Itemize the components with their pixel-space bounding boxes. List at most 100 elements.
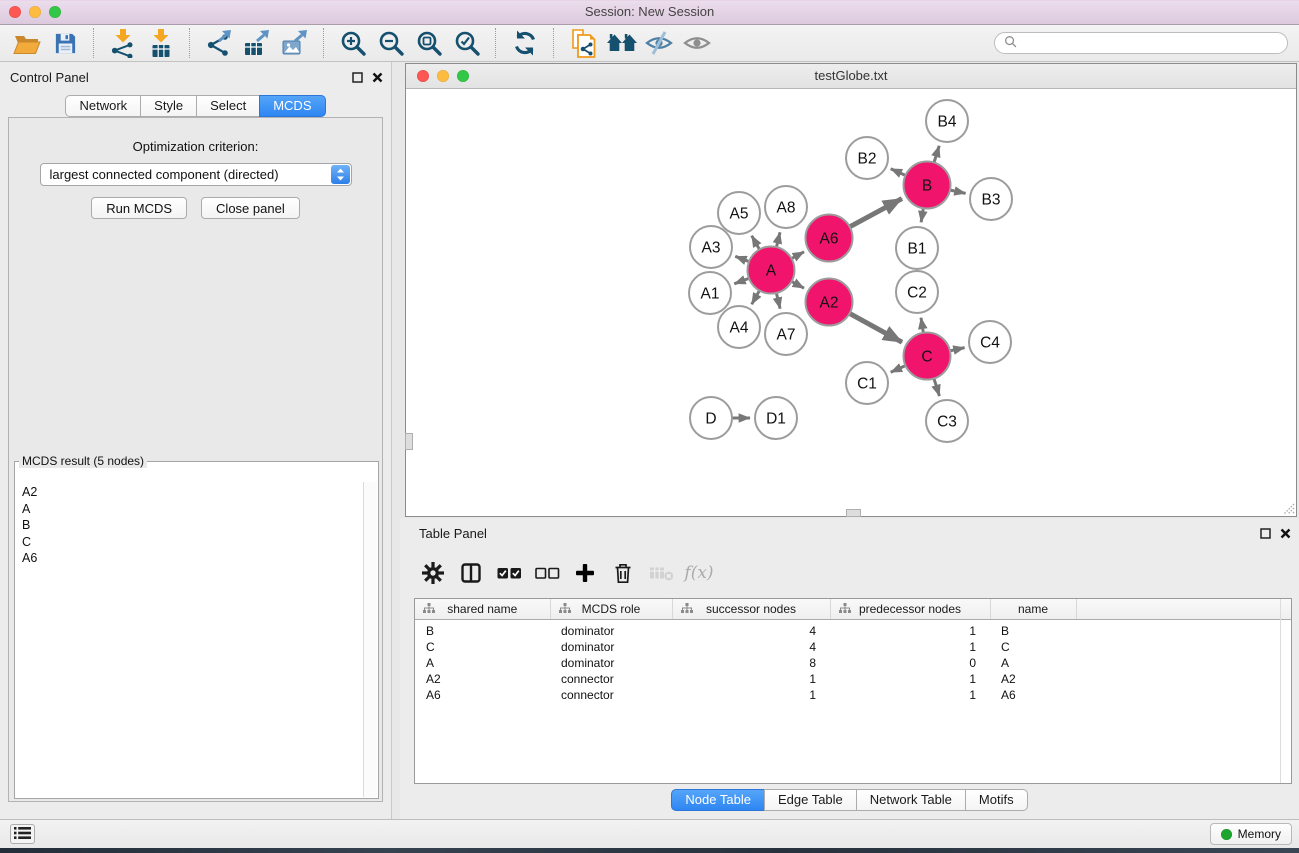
search-input[interactable] [1022,35,1278,51]
deselect-all-columns-button[interactable] [532,558,562,588]
graph-node-A[interactable]: A [748,247,795,294]
tab-style[interactable]: Style [140,95,197,117]
graph-edge-A2-C[interactable] [848,312,902,342]
close-panel-button-2[interactable]: Close panel [201,197,300,219]
apply-layout-refresh-button[interactable] [506,28,544,59]
graph-node-B2[interactable]: B2 [846,137,888,179]
task-history-button[interactable] [10,824,35,844]
select-all-columns-icon [497,566,522,580]
scrollbar-track[interactable] [363,482,377,797]
table-row[interactable]: A6connector11A6 [415,687,1291,703]
table-row[interactable]: Cdominator41C [415,639,1291,655]
mcds-result-item[interactable]: A6 [22,550,363,567]
graph-node-C1[interactable]: C1 [846,362,888,404]
select-all-columns-button[interactable] [494,558,524,588]
import-table-button[interactable] [142,28,180,59]
zoom-in-button[interactable] [334,28,372,59]
hide-selected-button[interactable] [640,28,678,59]
tab-mcds[interactable]: MCDS [259,95,325,117]
zoom-out-button[interactable] [372,28,410,59]
column-header-mcds-role[interactable]: MCDS role [550,599,672,620]
table-row[interactable]: Adominator80A [415,655,1291,671]
graph-node-B[interactable]: B [904,162,951,209]
column-header-successor-nodes[interactable]: successor nodes [672,599,830,620]
table-tab-network-table[interactable]: Network Table [856,789,966,811]
graph-node-A5[interactable]: A5 [718,192,760,234]
graph-node-A3[interactable]: A3 [690,226,732,268]
table-scrollbar-track[interactable] [1280,599,1281,783]
graph-node-A1[interactable]: A1 [689,272,731,314]
graph-node-A6[interactable]: A6 [806,215,853,262]
graph-edge-A6-B[interactable] [848,199,902,228]
table-tab-edge-table[interactable]: Edge Table [764,789,857,811]
delete-columns-button[interactable] [608,558,638,588]
graph-node-C2[interactable]: C2 [896,271,938,313]
import-network-button[interactable] [104,28,142,59]
mcds-result-item[interactable]: B [22,517,363,534]
graph-node-B1[interactable]: B1 [896,227,938,269]
table-tab-motifs[interactable]: Motifs [965,789,1028,811]
delete-table-button[interactable] [646,558,676,588]
table-panel: Table Panel f(x) shared nameMCDS rolesuc… [400,518,1299,820]
mcds-result-item[interactable]: C [22,534,363,551]
mcds-result-item[interactable]: A [22,501,363,518]
mcds-result-item[interactable]: A2 [22,484,363,501]
column-header-shared-name[interactable]: shared name [415,599,550,620]
create-column-button[interactable] [570,558,600,588]
app-titlebar: Session: New Session [0,0,1299,25]
export-network-button[interactable] [200,28,238,59]
tab-network[interactable]: Network [65,95,141,117]
svg-text:C4: C4 [980,335,1000,352]
graph-node-A7[interactable]: A7 [765,313,807,355]
function-builder-icon: f(x) [684,563,713,583]
show-all-button[interactable] [678,28,716,59]
panel-collapse-handle-left[interactable] [405,433,413,450]
float-panel-button[interactable] [352,71,363,86]
graph-node-B3[interactable]: B3 [970,178,1012,220]
houses-button[interactable] [602,28,640,59]
mcds-result-box: MCDS result (5 nodes) A2ABCA6 [14,454,379,799]
function-builder-button[interactable]: f(x) [684,558,714,588]
new-network-from-selection-button[interactable] [564,28,602,59]
network-canvas[interactable]: B4 B2 B B3 A8A5 A6 A3 B1 A A1 C2 A2 A4A7 C4 C C1 D D1 C3 [406,89,1296,516]
graph-node-B4[interactable]: B4 [926,100,968,142]
graph-node-C[interactable]: C [904,333,951,380]
svg-text:B2: B2 [858,151,877,168]
table-tabs: Node TableEdge TableNetwork TableMotifs [400,789,1299,811]
run-mcds-button[interactable]: Run MCDS [91,197,187,219]
graph-node-C3[interactable]: C3 [926,400,968,442]
attribute-settings-button[interactable] [418,558,448,588]
column-header-predecessor-nodes[interactable]: predecessor nodes [830,599,990,620]
cell-filler [1076,687,1291,703]
search-field[interactable] [994,32,1288,54]
close-panel-button[interactable] [372,71,383,86]
cell-name: A2 [990,671,1076,687]
memory-button[interactable]: Memory [1210,823,1292,845]
cell-filler [1076,620,1291,640]
zoom-selected-button[interactable] [448,28,486,59]
save-session-button[interactable] [46,28,84,59]
table-tab-node-table[interactable]: Node Table [671,789,765,811]
float-table-panel-button[interactable] [1260,527,1271,542]
tab-select[interactable]: Select [196,95,260,117]
graph-node-C4[interactable]: C4 [969,321,1011,363]
export-image-button[interactable] [276,28,314,59]
graph-edge-C-C3[interactable] [933,377,939,397]
zoom-fit-button[interactable] [410,28,448,59]
graph-node-A8[interactable]: A8 [765,186,807,228]
cell-mcds-role: dominator [550,639,672,655]
graph-node-D1[interactable]: D1 [755,397,797,439]
column-header-name[interactable]: name [990,599,1076,620]
optimization-criterion-select[interactable]: largest connected component (directed) [40,163,352,186]
graph-node-A4[interactable]: A4 [718,306,760,348]
open-session-button[interactable] [8,28,46,59]
column-layout-button[interactable] [456,558,486,588]
table-row[interactable]: Bdominator41B [415,620,1291,640]
close-table-panel-button[interactable] [1280,527,1291,542]
panel-collapse-handle-bottom[interactable] [846,509,861,517]
export-table-button[interactable] [238,28,276,59]
table-row[interactable]: A2connector11A2 [415,671,1291,687]
window-resize-grip[interactable] [1281,501,1295,515]
graph-node-A2[interactable]: A2 [806,279,853,326]
graph-node-D[interactable]: D [690,397,732,439]
